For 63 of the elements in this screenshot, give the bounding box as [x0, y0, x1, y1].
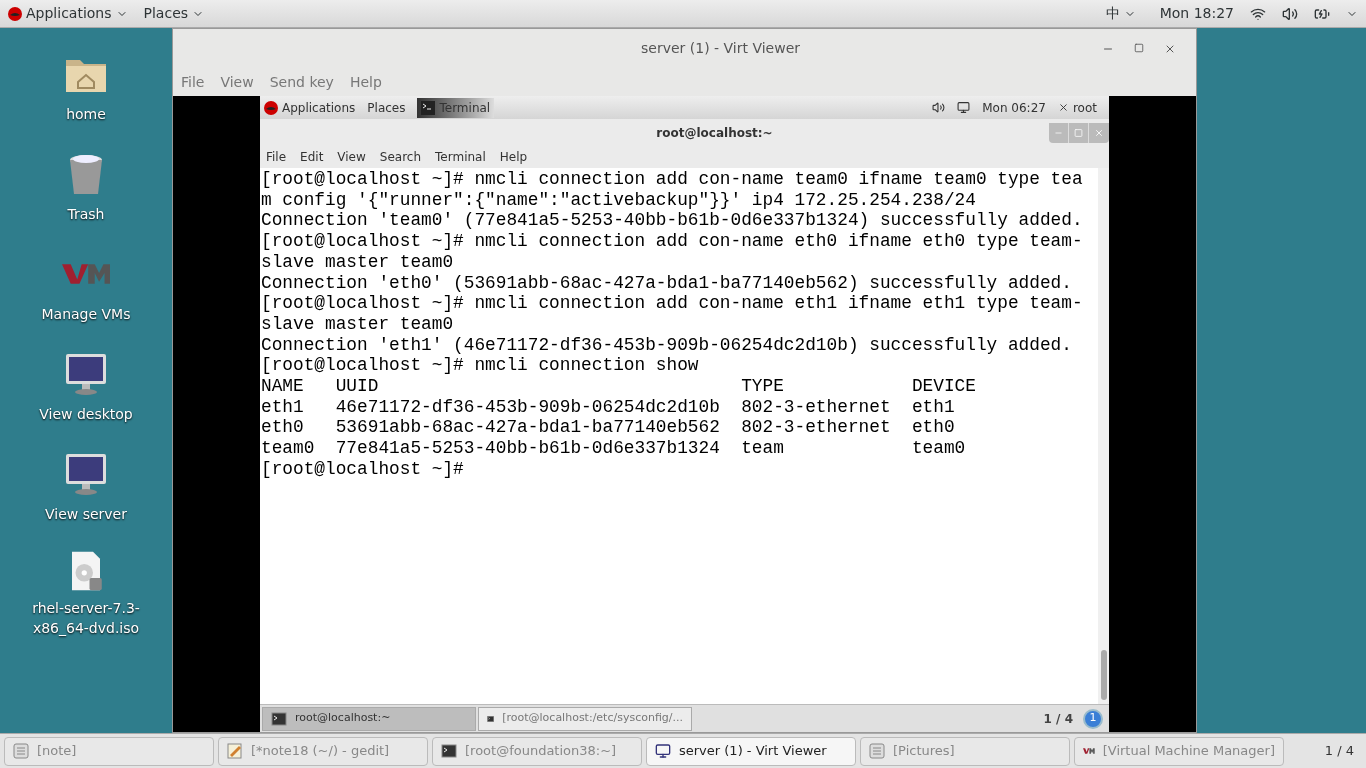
menu-item[interactable]: Search: [379, 148, 422, 166]
redhat-logo-icon: [8, 6, 22, 21]
guest-applications-menu[interactable]: Applications: [264, 98, 356, 117]
task-button[interactable]: root@localhost:~: [262, 706, 476, 731]
terminal-line: [root@localhost ~]# nmcli connection show: [261, 355, 699, 377]
maximize-icon[interactable]: [1134, 42, 1144, 53]
window-icon: [13, 743, 29, 759]
terminal-icon: [421, 100, 436, 115]
volume-icon[interactable]: [932, 101, 946, 114]
menu-item[interactable]: File: [266, 148, 287, 166]
terminal-line: Connection 'eth0' (53691abb-68ac-427a-bda1-ba77140eb562) successfully added.: [261, 272, 1072, 294]
vm-icon: [62, 264, 110, 284]
terminal-line: [root@localhost ~]# nmcli connection add con-name eth1 ifname eth1 type team-: [261, 293, 1083, 314]
terminal-line: team0 77e841a5-5253-40bb-b61b-0d6e337b1324 team team0: [261, 438, 966, 459]
terminal-line: eth0 53691abb-68ac-427a-bda1-ba77140eb562 802-3-ethernet eth0: [261, 417, 955, 439]
terminal-line: [root@localhost ~]# nmcli connection add con-name team0 ifname team0 type tea: [261, 169, 1083, 190]
menu-item[interactable]: Edit: [300, 148, 324, 166]
terminal-line: slave master team0: [261, 251, 454, 273]
workspace-pager[interactable]: 1 / 4: [1324, 741, 1354, 761]
window-title: server (1) - Virt Viewer: [640, 39, 800, 58]
task-button[interactable]: [root@localhost:/etc/sysconfig/...: [478, 706, 692, 731]
desktop-icon-label[interactable]: Manage VMs: [41, 304, 131, 324]
terminal-icon: [271, 710, 287, 727]
menu-item[interactable]: View: [220, 71, 254, 93]
input-method-indicator[interactable]: 中: [1105, 3, 1136, 24]
desktop-icon-label[interactable]: Trash: [67, 204, 105, 224]
clock[interactable]: Mon 18:27: [1159, 3, 1234, 24]
terminal-line: [root@localhost ~]# nmcli connection add con-name eth0 ifname eth0 type team-: [261, 231, 1083, 252]
menu-item[interactable]: Send key: [269, 71, 334, 93]
guest-clock[interactable]: Mon 06:27: [982, 98, 1046, 117]
terminal-line: Connection 'team0' (77e841a5-5253-40bb-b61b-0d6e337b1324) successfully added.: [261, 210, 1083, 232]
window-icon: [869, 743, 885, 759]
menu-item[interactable]: Help: [499, 148, 528, 166]
vm-icon: [1083, 745, 1095, 757]
terminal-line: Connection 'eth1' (46e71172-df36-453b-909b-06254dc2d10b) successfully added.: [261, 334, 1072, 356]
network-icon[interactable]: [957, 101, 971, 114]
menu-item[interactable]: Terminal: [435, 148, 486, 166]
task-button[interactable]: server (1) - Virt Viewer: [646, 736, 856, 766]
terminal-line: slave master team0: [261, 313, 454, 335]
user-menu[interactable]: root: [1057, 98, 1097, 117]
terminal-line: NAME UUID TYPE DEVICE: [261, 376, 976, 397]
desktop-icon-label[interactable]: home: [66, 104, 106, 124]
terminal-line: eth1 46e71172-df36-453b-909b-06254dc2d10b 802-3-ethernet eth1: [261, 396, 955, 418]
redhat-logo-icon: [264, 100, 278, 115]
desktop-icon-label[interactable]: View server: [45, 504, 127, 524]
places-menu[interactable]: Places: [143, 3, 205, 24]
text-editor-icon: [227, 743, 243, 759]
workspace-pager[interactable]: 1 / 4: [1043, 709, 1073, 728]
menu-item[interactable]: View: [337, 148, 366, 166]
desktop-icon-label[interactable]: rhel-server-7.3-x86_64-dvd.iso: [26, 598, 146, 638]
terminal-title: root@localhost:~: [655, 124, 773, 142]
applications-menu[interactable]: Applications: [8, 3, 128, 24]
scrollbar[interactable]: [1098, 168, 1109, 704]
menu-item[interactable]: Help: [349, 71, 382, 93]
guest-places-menu[interactable]: Places: [367, 98, 406, 117]
volume-icon[interactable]: [1282, 5, 1298, 22]
notification-badge[interactable]: 1: [1083, 708, 1103, 729]
terminal-line: [root@localhost ~]#: [261, 458, 464, 480]
terminal-icon: [441, 743, 457, 759]
desktop-icon-label[interactable]: View desktop: [39, 404, 133, 424]
menu-item[interactable]: File: [181, 71, 205, 93]
monitor-icon: [655, 743, 671, 759]
terminal-line: m config '{"runner":{"name":"activebackup"}}' ip4 172.25.254.238/24: [261, 189, 976, 211]
